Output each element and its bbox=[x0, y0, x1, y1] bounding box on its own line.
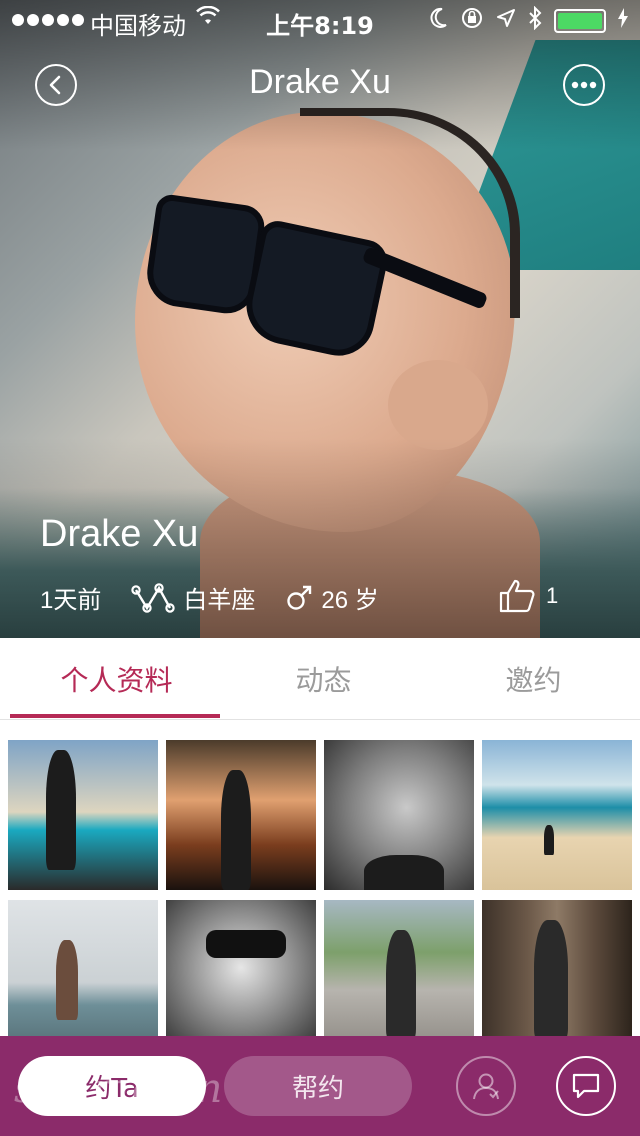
tab-profile-info[interactable]: 个人资料 bbox=[10, 638, 223, 720]
rotation-lock-icon bbox=[460, 6, 484, 36]
profile-name: Drake Xu bbox=[40, 513, 199, 555]
chat-bubble-icon bbox=[572, 1073, 600, 1099]
gallery-photo[interactable] bbox=[324, 740, 474, 890]
gallery-photo[interactable] bbox=[482, 740, 632, 890]
location-icon bbox=[496, 8, 516, 34]
like-count: 1 bbox=[546, 583, 559, 608]
charging-icon bbox=[618, 8, 628, 34]
profile-tabs: 个人资料 动态 邀约 bbox=[0, 638, 640, 720]
gallery-photo[interactable] bbox=[482, 900, 632, 1050]
ellipsis-icon bbox=[571, 81, 597, 89]
user-profile-button[interactable] bbox=[456, 1056, 516, 1116]
user-icon bbox=[473, 1073, 499, 1100]
gallery-photo[interactable] bbox=[324, 900, 474, 1050]
constellation-icon bbox=[131, 582, 176, 614]
profile-meta: 1天前 白羊座 26 岁 bbox=[40, 580, 409, 615]
tab-invitations[interactable]: 邀约 bbox=[427, 638, 640, 720]
male-icon bbox=[285, 584, 313, 612]
moon-icon bbox=[428, 7, 448, 35]
gallery-photo[interactable] bbox=[8, 900, 158, 1050]
gallery-photo[interactable] bbox=[166, 740, 316, 890]
tab-moments[interactable]: 动态 bbox=[217, 638, 430, 720]
chat-button[interactable] bbox=[556, 1056, 616, 1116]
gallery-photo[interactable] bbox=[8, 740, 158, 890]
bluetooth-icon bbox=[528, 5, 542, 36]
thumbs-up-icon bbox=[498, 578, 536, 614]
active-tab-indicator bbox=[10, 714, 220, 718]
battery-icon bbox=[554, 9, 606, 33]
more-button[interactable] bbox=[563, 64, 605, 106]
last-seen: 1天前 bbox=[40, 587, 102, 614]
help-ask-out-button[interactable]: 帮约 bbox=[224, 1056, 412, 1116]
like-button[interactable]: 1 bbox=[498, 578, 558, 614]
zodiac-sign: 白羊座 bbox=[183, 587, 256, 614]
page-title: Drake Xu bbox=[249, 63, 391, 101]
status-bar: 中国移动 上午8:19 bbox=[0, 0, 640, 40]
gallery-photo[interactable] bbox=[166, 900, 316, 1050]
age: 26 岁 bbox=[321, 587, 379, 614]
watermark: sstime.cn bbox=[14, 1066, 225, 1112]
